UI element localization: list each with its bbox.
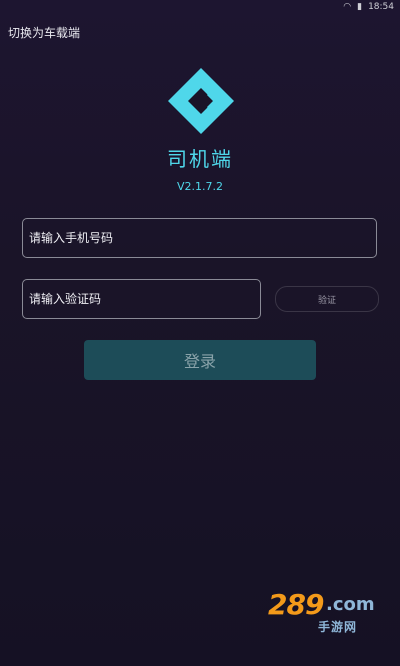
status-time: 18:54 <box>368 2 394 12</box>
login-button[interactable]: 登录 <box>84 340 316 380</box>
phone-input[interactable] <box>22 218 377 258</box>
status-bar: ◠ ▮ 18:54 <box>0 0 400 14</box>
app-logo-icon <box>168 68 234 134</box>
watermark-number: 289 <box>268 588 324 621</box>
verification-code-input[interactable] <box>22 279 261 319</box>
watermark-subtitle: 手游网 <box>318 620 358 634</box>
watermark-logo: 289 .com 手游网 <box>268 588 378 636</box>
battery-icon: ▮ <box>357 2 363 12</box>
app-title: 司机端 <box>167 147 233 171</box>
get-code-button[interactable]: 验证 <box>275 286 379 312</box>
wifi-icon: ◠ <box>343 2 352 12</box>
watermark-domain: .com <box>326 594 375 615</box>
app-version: V2.1.7.2 <box>176 180 223 193</box>
switch-to-vehicle-link[interactable]: 切换为车载端 <box>8 24 80 41</box>
